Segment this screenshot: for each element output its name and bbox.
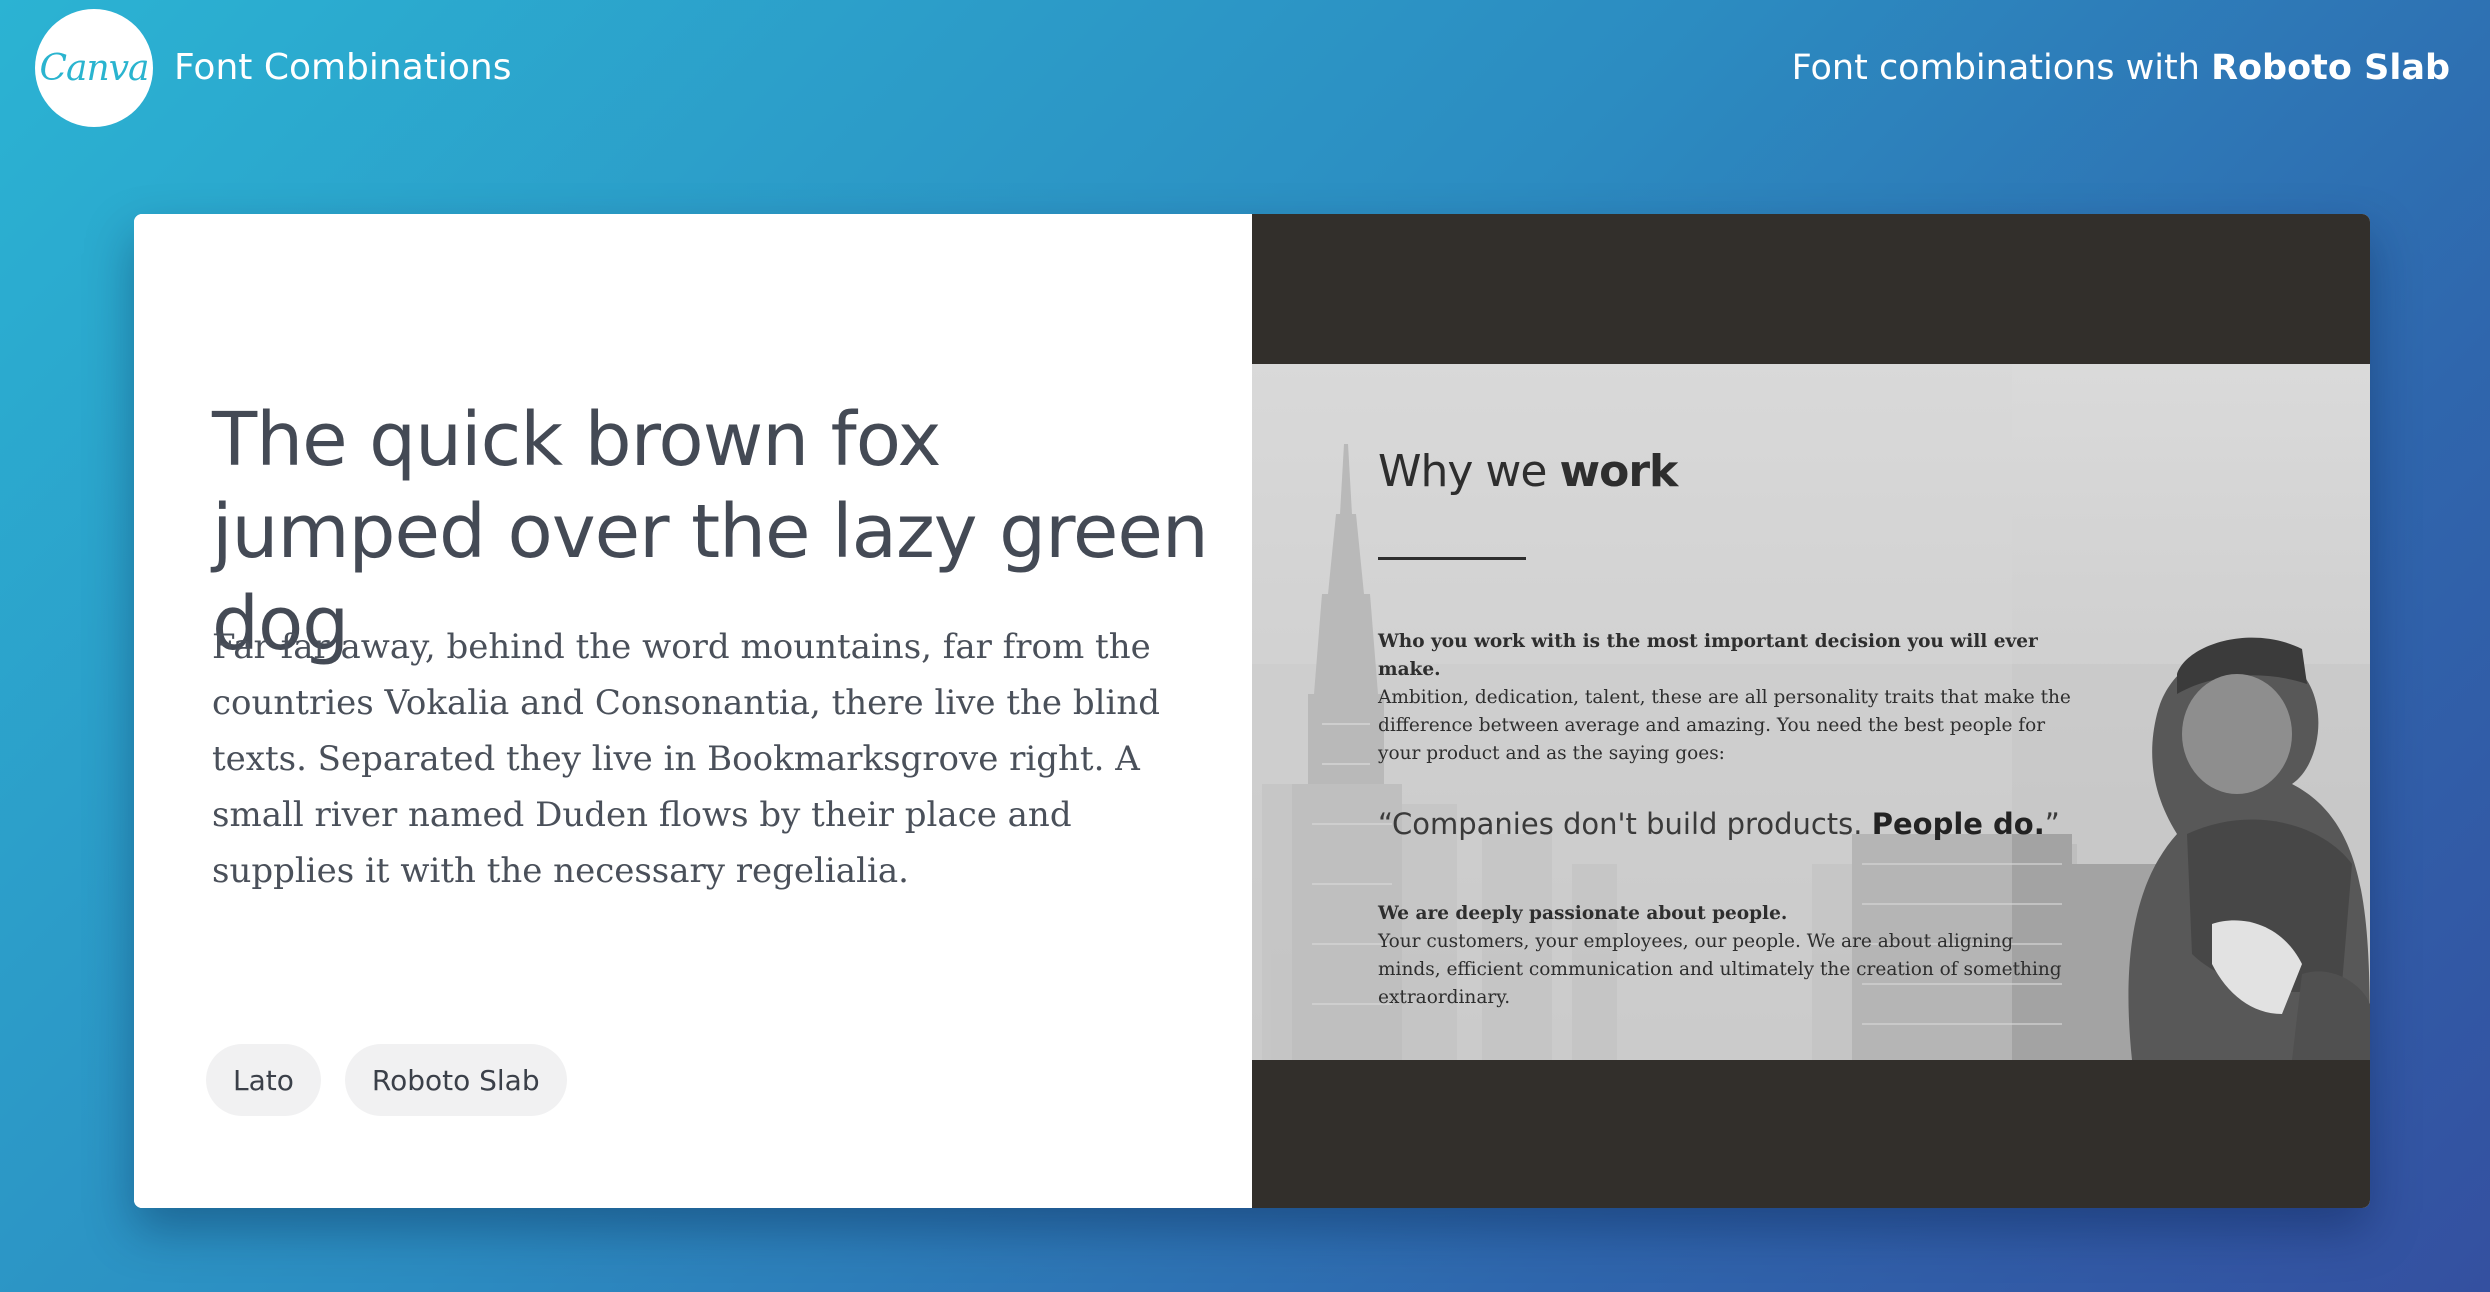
preview-paragraph-2: We are deeply passionate about people. Y… bbox=[1378, 900, 2078, 1012]
preview-title: Why we work bbox=[1378, 444, 1678, 500]
preview-paragraph-1-lead: Who you work with is the most important … bbox=[1378, 631, 2038, 680]
canva-logo[interactable]: Canva bbox=[35, 9, 153, 127]
canva-logo-text: Canva bbox=[39, 47, 150, 89]
preview-paragraph-2-lead: We are deeply passionate about people. bbox=[1378, 903, 1788, 924]
font-tag-list: Lato Roboto Slab bbox=[206, 1044, 567, 1116]
design-preview-slide: Why we work Who you work with is the mos… bbox=[1252, 364, 2370, 1060]
preview-quote-light: “Companies don't build products. bbox=[1378, 807, 1863, 841]
font-combination-card: The quick brown fox jumped over the lazy… bbox=[134, 214, 2370, 1208]
preview-title-bold: work bbox=[1559, 446, 1678, 497]
combo-font-name: Roboto Slab bbox=[2211, 48, 2450, 88]
combo-prefix: Font combinations with bbox=[1791, 48, 2200, 88]
preview-paragraph-1-text: Ambition, dedication, talent, these are … bbox=[1378, 687, 2071, 764]
preview-title-rule bbox=[1378, 557, 1526, 560]
sample-text-panel: The quick brown fox jumped over the lazy… bbox=[134, 214, 1252, 1208]
font-tag-roboto-slab[interactable]: Roboto Slab bbox=[344, 1044, 567, 1116]
font-tag-lato[interactable]: Lato bbox=[206, 1044, 321, 1116]
preview-quote: “Companies don't build products. People … bbox=[1378, 804, 2060, 844]
preview-quote-bold: People do. bbox=[1871, 807, 2045, 841]
design-preview-panel: Why we work Who you work with is the mos… bbox=[1252, 214, 2370, 1208]
preview-paragraph-2-text: Your customers, your employees, our peop… bbox=[1378, 931, 2062, 1008]
sample-body: Far far away, behind the word mountains,… bbox=[212, 627, 1161, 891]
preview-quote-close: ” bbox=[2044, 807, 2060, 841]
preview-title-light: Why we bbox=[1378, 446, 1547, 497]
font-combination-heading: Font combinations with Roboto Slab bbox=[1792, 44, 2450, 92]
brand-title[interactable]: Font Combinations bbox=[174, 44, 512, 92]
preview-paragraph-1: Who you work with is the most important … bbox=[1378, 628, 2078, 768]
